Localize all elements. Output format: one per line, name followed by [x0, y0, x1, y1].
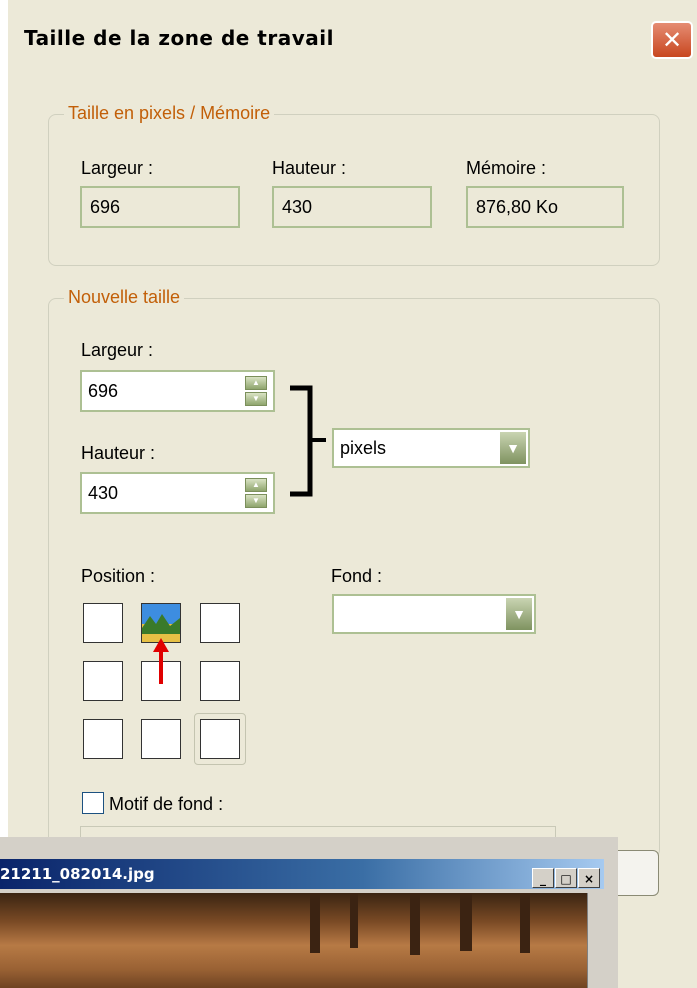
new-size-legend: Nouvelle taille	[64, 287, 185, 308]
window-controls: _ □ ×	[531, 863, 600, 888]
current-height-field: 430	[272, 186, 432, 228]
maximize-icon[interactable]: □	[555, 868, 577, 888]
image-window-title: 21211_082014.jpg	[0, 865, 155, 883]
background-label: Fond :	[331, 566, 383, 586]
ok-button[interactable]	[618, 850, 659, 896]
new-height-label: Hauteur :	[81, 443, 156, 463]
image-window-titlebar[interactable]: 21211_082014.jpg _ □ ×	[0, 859, 604, 889]
background-select[interactable]: ▼	[332, 594, 536, 634]
current-height-label: Hauteur :	[272, 158, 347, 178]
position-middle-left[interactable]	[83, 661, 123, 701]
new-height-input[interactable]: 430 ▲ ▼	[80, 472, 275, 514]
pattern-checkbox[interactable]	[82, 792, 104, 814]
new-width-spinner[interactable]: ▲ ▼	[245, 376, 267, 406]
title-bar: Taille de la zone de travail ✕	[8, 0, 697, 86]
unit-select-value: pixels	[340, 438, 387, 458]
minimize-icon[interactable]: _	[532, 868, 554, 888]
memory-field: 876,80 Ko	[466, 186, 624, 228]
spin-down-icon[interactable]: ▼	[245, 494, 267, 508]
position-top-left[interactable]	[83, 603, 123, 643]
dropdown-arrow-icon[interactable]: ▼	[506, 598, 532, 630]
image-canvas[interactable]	[0, 893, 587, 988]
current-width-label: Largeur :	[81, 158, 154, 178]
dialog-title: Taille de la zone de travail	[24, 26, 334, 50]
new-height-spinner[interactable]: ▲ ▼	[245, 478, 267, 508]
dropdown-arrow-icon[interactable]: ▼	[500, 432, 526, 464]
chair-leg	[350, 893, 358, 948]
spin-up-icon[interactable]: ▲	[245, 478, 267, 492]
current-size-legend: Taille en pixels / Mémoire	[64, 103, 275, 124]
current-width-field: 696	[80, 186, 240, 228]
unit-select[interactable]: pixels ▼	[332, 428, 530, 468]
link-bracket	[290, 385, 326, 497]
new-width-input[interactable]: 696 ▲ ▼	[80, 370, 275, 412]
position-bottom-right[interactable]	[200, 719, 240, 759]
position-bottom-left[interactable]	[83, 719, 123, 759]
pattern-label: Motif de fond :	[109, 794, 224, 814]
new-height-value: 430	[88, 483, 119, 503]
memory-label: Mémoire :	[466, 158, 547, 178]
spin-down-icon[interactable]: ▼	[245, 392, 267, 406]
position-label: Position :	[81, 566, 156, 586]
new-width-label: Largeur :	[81, 340, 154, 360]
image-window: 21211_082014.jpg _ □ ×	[0, 837, 618, 988]
window-close-icon[interactable]: ×	[578, 868, 600, 888]
position-middle-right[interactable]	[200, 661, 240, 701]
red-arrow-indicator-icon	[153, 638, 169, 684]
new-width-value: 696	[88, 381, 119, 401]
position-top-right[interactable]	[200, 603, 240, 643]
chair-leg	[410, 893, 420, 955]
close-button[interactable]: ✕	[651, 21, 693, 59]
spin-up-icon[interactable]: ▲	[245, 376, 267, 390]
chair-leg	[520, 893, 530, 953]
position-bottom-center[interactable]	[141, 719, 181, 759]
chair-leg	[460, 893, 472, 951]
chair-leg	[310, 893, 320, 953]
close-icon: ✕	[661, 26, 683, 54]
vertical-scrollbar[interactable]	[587, 893, 605, 988]
